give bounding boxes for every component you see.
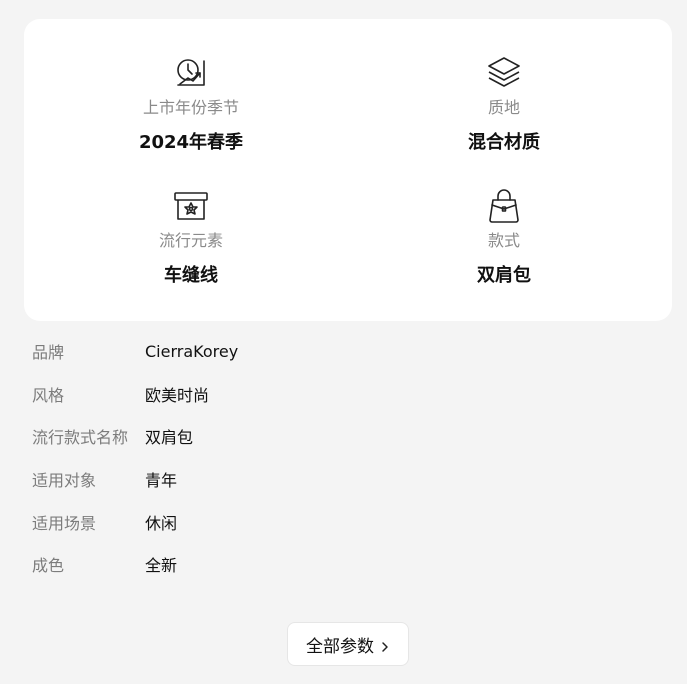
calendar-season-icon	[171, 53, 211, 93]
param-value: 青年	[145, 471, 178, 491]
param-value: CierraKorey	[145, 341, 239, 361]
handbag-icon	[484, 186, 524, 226]
all-params-label: 全部参数	[306, 636, 374, 657]
feature-trend-element: 流行元素 车缝线	[61, 186, 321, 288]
param-value: 全新	[145, 556, 178, 576]
param-value: 休闲	[145, 513, 178, 533]
param-key: 风格	[32, 385, 65, 405]
param-row-style: 风格 欧美时尚	[32, 373, 632, 416]
trend-box-icon	[171, 186, 211, 226]
param-value: 欧美时尚	[145, 385, 210, 405]
feature-style: 款式 双肩包	[374, 186, 634, 288]
feature-value: 车缝线	[164, 265, 218, 286]
feature-value: 2024年春季	[138, 132, 244, 153]
param-key: 成色	[32, 556, 65, 576]
feature-label: 款式	[487, 231, 520, 250]
param-key: 流行款式名称	[32, 428, 129, 448]
param-key: 品牌	[32, 343, 65, 363]
param-row-condition: 成色 全新	[32, 543, 632, 586]
all-params-button[interactable]: 全部参数	[287, 622, 409, 666]
param-row-brand: 品牌 CierraKorey	[32, 330, 632, 373]
feature-value: 混合材质	[468, 132, 540, 153]
feature-label: 质地	[487, 98, 520, 117]
feature-label: 流行元素	[158, 231, 223, 250]
params-list: 品牌 CierraKorey 风格 欧美时尚 流行款式名称 双肩包 适用对象 青…	[32, 330, 632, 586]
param-key: 适用场景	[32, 513, 97, 533]
param-row-popular-style-name: 流行款式名称 双肩包	[32, 415, 632, 458]
chevron-right-icon	[380, 638, 390, 652]
feature-year-season: 上市年份季节 2024年春季	[61, 53, 321, 155]
param-value: 双肩包	[145, 428, 194, 448]
feature-label: 上市年份季节	[142, 98, 239, 117]
feature-card: 上市年份季节 2024年春季 质地 混合材质 流行元素 车缝线 款式 双肩包	[24, 19, 672, 321]
feature-value: 双肩包	[477, 265, 531, 286]
feature-material: 质地 混合材质	[374, 53, 634, 155]
param-key: 适用对象	[32, 471, 97, 491]
param-row-scenario: 适用场景 休闲	[32, 500, 632, 543]
param-row-target-user: 适用对象 青年	[32, 458, 632, 501]
layers-icon	[484, 53, 524, 93]
